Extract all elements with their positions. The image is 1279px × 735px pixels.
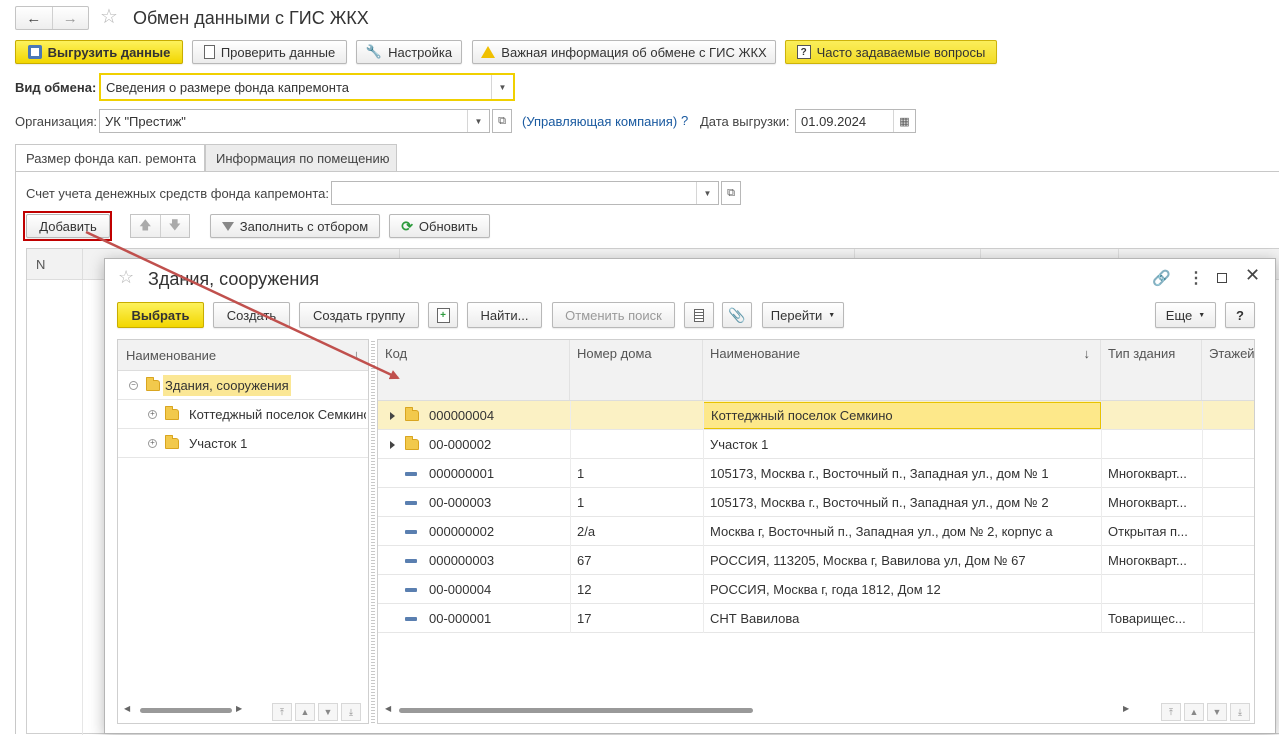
annotation-arrow xyxy=(85,230,400,380)
